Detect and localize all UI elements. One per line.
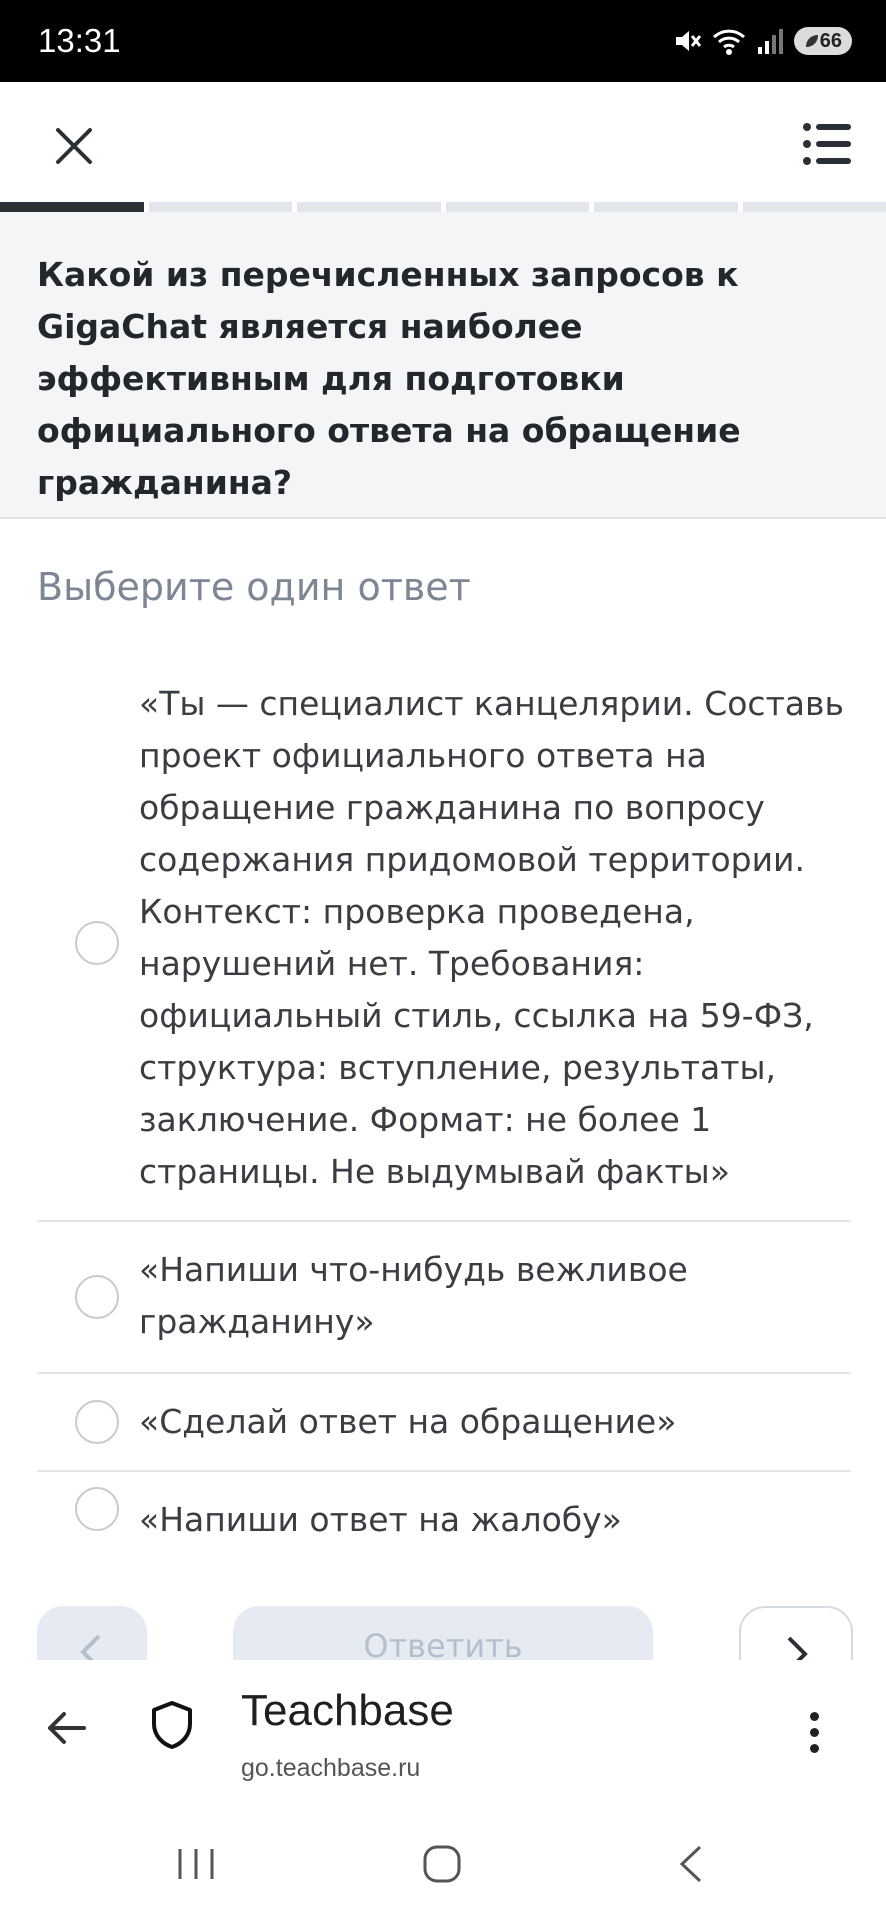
home-icon[interactable] <box>422 1844 462 1884</box>
quiz-header <box>0 82 886 207</box>
submit-answer-button[interactable]: Ответить <box>233 1606 653 1660</box>
question-text: Какой из перечисленных запросов к GigaCh… <box>37 255 741 502</box>
shield-icon[interactable] <box>150 1700 194 1750</box>
radio-button[interactable] <box>75 1487 119 1531</box>
radio-button[interactable] <box>75 921 119 965</box>
progress-segment <box>297 202 441 212</box>
progress-segment <box>445 202 589 212</box>
mute-icon <box>675 31 701 51</box>
kebab-menu-icon[interactable] <box>810 1712 822 1760</box>
answer-hint: Выберите один ответ <box>37 565 471 609</box>
system-nav-bar <box>0 1800 886 1920</box>
leaf-icon <box>805 35 818 47</box>
answer-option-1[interactable]: «Ты — специалист канцелярии. Составь про… <box>37 666 851 1222</box>
next-button[interactable] <box>739 1606 853 1660</box>
signal-icon <box>757 29 783 54</box>
battery-level: 66 <box>819 29 842 52</box>
close-icon[interactable] <box>48 120 100 172</box>
progress-segment <box>0 202 144 212</box>
progress-segment <box>148 202 292 212</box>
site-url[interactable]: go.teachbase.ru <box>241 1754 420 1783</box>
answer-options: «Ты — специалист канцелярии. Составь про… <box>37 666 851 1546</box>
option-text: «Ты — специалист канцелярии. Составь про… <box>139 684 844 1191</box>
progress-segment <box>742 202 886 212</box>
browser-toolbar: Teachbase go.teachbase.ru <box>0 1660 886 1800</box>
chevron-left-icon <box>80 1634 101 1660</box>
question-card: Какой из перечисленных запросов к GigaCh… <box>0 212 886 519</box>
status-icons: 66 <box>672 26 852 56</box>
option-text: «Сделай ответ на обращение» <box>139 1402 677 1441</box>
battery-indicator: 66 <box>793 27 852 55</box>
option-text: «Напиши что-нибудь вежливое гражданину» <box>139 1250 688 1341</box>
radio-button[interactable] <box>75 1400 119 1444</box>
list-menu-icon[interactable] <box>802 120 852 168</box>
quiz-action-bar: Ответить <box>0 1578 886 1660</box>
status-time: 13:31 <box>38 22 121 59</box>
system-back-icon[interactable] <box>676 1844 706 1884</box>
previous-button[interactable] <box>37 1606 147 1660</box>
radio-button[interactable] <box>75 1275 119 1319</box>
recent-apps-icon[interactable] <box>176 1846 216 1882</box>
answer-option-4[interactable]: «Напиши ответ на жалобу» <box>37 1472 851 1546</box>
answer-option-3[interactable]: «Сделай ответ на обращение» <box>37 1374 851 1472</box>
status-bar: 13:31 66 <box>0 0 886 82</box>
answer-option-2[interactable]: «Напиши что-нибудь вежливое гражданину» <box>37 1222 851 1374</box>
wifi-icon <box>712 29 745 55</box>
back-arrow-icon[interactable] <box>44 1706 88 1750</box>
progress-segment <box>594 202 738 212</box>
option-text: «Напиши ответ на жалобу» <box>139 1500 622 1539</box>
chevron-right-icon <box>787 1636 808 1660</box>
progress-bar <box>0 202 886 212</box>
site-title: Teachbase <box>241 1686 454 1735</box>
